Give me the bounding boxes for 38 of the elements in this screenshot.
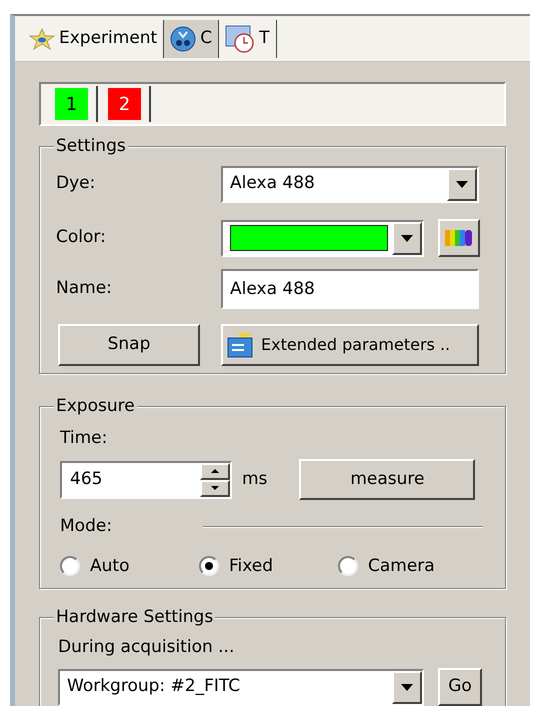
name-field[interactable]: Alexa 488 [221,269,479,309]
tab[interactable]: C [164,20,220,58]
group-title: Settings [54,135,128,157]
dye-dropdown[interactable]: Alexa 488 [221,166,479,202]
spin-up-icon[interactable] [200,462,230,480]
time-spinbox[interactable]: 465 [60,460,232,498]
radio-button[interactable] [199,556,219,576]
mode-option-label[interactable]: Camera [368,554,435,579]
caret-icon[interactable] [392,670,422,704]
radio-button[interactable] [60,556,80,576]
folder-icon [227,332,255,358]
channel-chip[interactable]: 2 [108,88,141,120]
extended-parameters-button[interactable]: Extended parameters .. [221,324,479,366]
caret-icon[interactable] [392,222,422,254]
snap-button[interactable]: Snap [58,324,200,366]
time-label: Time: [60,427,108,449]
spin-down-icon[interactable] [200,480,230,496]
clock-calendar-icon [225,24,256,52]
dye-label: Dye: [56,172,96,196]
radio-button[interactable] [338,556,358,576]
mode-option-label[interactable]: Fixed [229,554,274,579]
color-dropdown[interactable] [221,220,424,256]
palette-button[interactable] [438,219,480,257]
color-label: Color: [56,226,107,250]
mode-label: Mode: [60,515,114,538]
measure-button[interactable]: measure [299,459,476,500]
unit-label: ms [242,468,268,491]
star-icon [29,28,55,50]
caret-icon[interactable] [447,168,477,200]
channel-chip[interactable]: 1 [55,88,88,120]
mode-option-label[interactable]: Auto [90,554,130,579]
group-title: Hardware Settings [54,606,216,628]
name-label: Name: [56,277,113,300]
workgroup-dropdown[interactable]: Workgroup: #2_FITC [58,668,424,706]
tab[interactable]: T [219,20,276,58]
go-button[interactable]: Go [438,668,482,706]
acquisition-hint: During acquisition ... [58,636,236,658]
rainbow-icon [445,228,473,248]
